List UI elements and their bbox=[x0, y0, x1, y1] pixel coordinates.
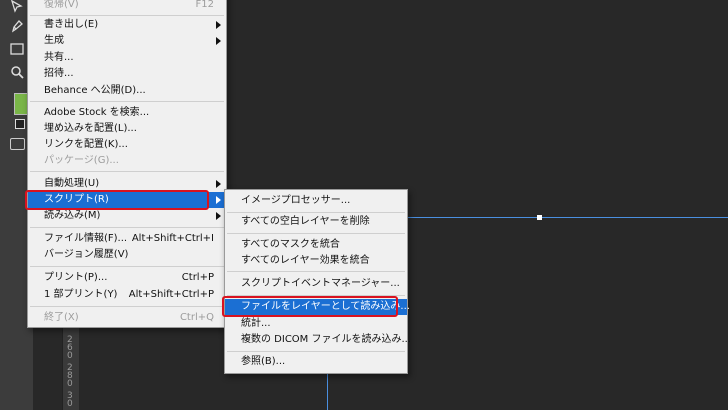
menu-item-print[interactable]: プリント(P)... Ctrl+P bbox=[28, 270, 226, 286]
callout-highlight-load-files bbox=[222, 296, 398, 317]
submenu-item-script-events-manager[interactable]: スクリプトイベントマネージャー... bbox=[225, 276, 407, 292]
menu-item-import[interactable]: 読み込み(M) bbox=[28, 208, 226, 224]
menu-item-file-info[interactable]: ファイル情報(F)... Alt+Shift+Ctrl+I bbox=[28, 231, 226, 247]
menu-item-place-linked[interactable]: リンクを配置(K)... bbox=[28, 137, 226, 153]
menu-item-export[interactable]: 書き出し(E) bbox=[28, 17, 226, 33]
menu-item-share[interactable]: 共有... bbox=[28, 50, 226, 66]
menu-separator bbox=[227, 212, 405, 213]
menu-separator bbox=[30, 306, 224, 307]
submenu-item-browse[interactable]: 参照(B)... bbox=[225, 354, 407, 370]
ruler-number: 0 bbox=[67, 379, 73, 389]
menu-item-revert[interactable]: 復帰(V) F12 bbox=[28, 0, 226, 13]
menu-separator bbox=[30, 15, 224, 16]
rectangle-icon[interactable] bbox=[9, 41, 25, 57]
menu-separator bbox=[30, 227, 224, 228]
menu-item-exit[interactable]: 終了(X) Ctrl+Q bbox=[28, 310, 226, 326]
submenu-arrow-icon bbox=[216, 212, 221, 220]
submenu-item-load-dicom[interactable]: 複数の DICOM ファイルを読み込み... bbox=[225, 332, 411, 348]
menu-separator bbox=[227, 271, 405, 272]
submenu-arrow-icon bbox=[216, 180, 221, 188]
default-colors-icon[interactable] bbox=[15, 119, 25, 129]
callout-highlight-scripts bbox=[25, 190, 209, 210]
pen-icon[interactable] bbox=[9, 18, 25, 34]
horizontal-guide[interactable] bbox=[406, 217, 728, 218]
menu-item-place-embedded[interactable]: 埋め込みを配置(L)... bbox=[28, 121, 226, 137]
submenu-arrow-icon bbox=[216, 196, 221, 204]
file-menu: 復帰(V) F12 書き出し(E) 生成 共有... 招待... Behance… bbox=[27, 0, 227, 328]
quick-mask-icon[interactable] bbox=[10, 138, 25, 150]
menu-separator bbox=[30, 101, 224, 102]
menu-separator bbox=[227, 233, 405, 234]
zoom-icon[interactable] bbox=[9, 64, 25, 80]
menu-separator bbox=[30, 171, 224, 172]
transform-handle[interactable] bbox=[537, 215, 542, 220]
menu-item-package[interactable]: パッケージ(G)... bbox=[28, 153, 226, 169]
submenu-item-delete-empty-layers[interactable]: すべての空白レイヤーを削除 bbox=[225, 214, 407, 230]
ruler-number: 0 bbox=[67, 399, 73, 409]
menu-separator bbox=[227, 351, 405, 352]
menu-item-print-one-copy[interactable]: 1 部プリント(Y) Alt+Shift+Ctrl+P bbox=[28, 287, 226, 303]
menu-separator bbox=[30, 266, 224, 267]
scripts-submenu: イメージプロセッサー... すべての空白レイヤーを削除 すべてのマスクを統合 す… bbox=[224, 189, 411, 374]
submenu-item-statistics[interactable]: 統計... bbox=[225, 316, 407, 332]
menu-item-behance[interactable]: Behance へ公開(D)... bbox=[28, 83, 226, 99]
submenu-item-flatten-layer-effects[interactable]: すべてのレイヤー効果を統合 bbox=[225, 253, 407, 269]
move-icon[interactable] bbox=[9, 0, 25, 14]
ruler-number: 0 bbox=[67, 351, 73, 361]
menu-item-version-history[interactable]: バージョン履歴(V) bbox=[28, 247, 226, 263]
submenu-arrow-icon bbox=[216, 37, 221, 45]
menu-item-adobe-stock[interactable]: Adobe Stock を検索... bbox=[28, 105, 226, 121]
submenu-item-flatten-masks[interactable]: すべてのマスクを統合 bbox=[225, 237, 407, 253]
vertical-guide[interactable] bbox=[327, 370, 328, 410]
menu-item-invite[interactable]: 招待... bbox=[28, 66, 226, 82]
menu-item-generate[interactable]: 生成 bbox=[28, 33, 226, 49]
submenu-arrow-icon bbox=[216, 21, 221, 29]
submenu-item-image-processor[interactable]: イメージプロセッサー... bbox=[225, 193, 407, 209]
